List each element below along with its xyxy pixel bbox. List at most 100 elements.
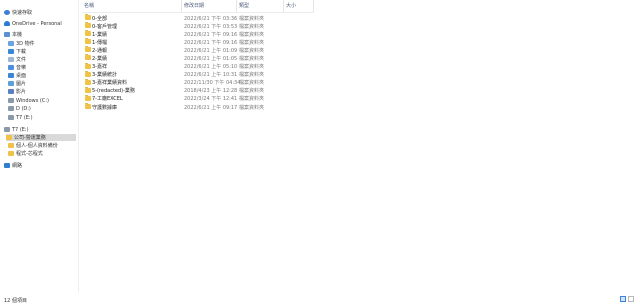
file-name: 3-業績統計 [92,72,117,79]
3d-objects-icon [8,41,14,46]
file-type: 檔案資料夾 [239,72,265,79]
nav-item-t7-drive[interactable]: T7 (E:) [4,126,29,133]
nav-item-pictures[interactable]: 圖片 [8,80,26,87]
large-icons-view-button[interactable] [628,296,634,302]
file-row[interactable]: 守護數據庫 2022/6/21 上午 09:17 檔案資料夾 [82,103,382,111]
view-toggle [620,296,634,302]
nav-item-label: 文件 [16,57,27,63]
file-type: 檔案資料夾 [239,15,265,22]
file-row[interactable]: 2-業績 2022/6/21 上午 01:05 檔案資料夾 [82,54,382,62]
file-name: 0-全部 [92,15,107,22]
column-date-header[interactable]: 修改日期 [182,0,237,12]
nav-item-label: 影片 [16,89,27,95]
folder-icon [85,70,91,77]
file-row[interactable]: 0-客戶管理 2022/6/21 下午 03:53 檔案資料夾 [82,22,382,30]
file-row[interactable]: 2-通報 2022/6/21 上午 01:09 檔案資料夾 [82,46,382,54]
folder-icon [8,143,14,148]
nav-item-label: 音樂 [16,65,27,71]
file-date: 2022/6/21 下午 09:16 [184,39,238,46]
nav-item-desktop[interactable]: 桌面 [8,72,26,79]
file-date: 2022/6/21 下午 09:16 [184,31,238,38]
drive-icon [8,106,14,111]
nav-item-downloads[interactable]: 下載 [8,48,26,55]
file-type: 檔案資料夾 [239,64,265,71]
file-date: 2022/6/21 上午 10:31 [184,72,238,79]
nav-item-company-folder[interactable]: 公司-營運業務 [6,134,76,141]
file-date: 2022/6/21 上午 09:17 [184,104,238,111]
nav-item-network[interactable]: 網路 [4,162,22,169]
file-type: 檔案資料夾 [239,23,265,30]
nav-item-quick-access[interactable]: 快速存取 [4,9,32,16]
file-list: 0-全部 2022/6/21 下午 03:36 檔案資料夾 0-客戶管理 202… [82,14,382,111]
file-name: 1-業績 [92,31,107,38]
details-view-button[interactable] [620,296,626,302]
column-name-header[interactable]: 名稱 [82,0,182,12]
file-name: 守護數據庫 [92,104,118,111]
drive-icon [8,115,14,120]
nav-item-drive-d[interactable]: D (D:) [8,105,31,112]
file-date: 2018/4/23 上午 12:28 [184,88,238,95]
folder-icon [8,151,14,156]
documents-icon [8,57,14,62]
navigation-pane: 快速存取 OneDrive - Personal 本機 3D 物件 下載 文件 … [0,0,79,292]
nav-item-label: 本機 [12,32,23,38]
nav-item-label: T7 (E:) [16,114,33,121]
column-size-header[interactable]: 大小 [284,0,314,12]
column-type-header[interactable]: 類型 [237,0,284,12]
folder-icon [85,22,91,29]
nav-item-label: 快速存取 [12,10,33,16]
file-row[interactable]: 7-工廠EXCEL 2022/3/24 下午 12:41 檔案資料夾 [82,94,382,103]
nav-item-label: 程式-芯程式 [16,151,43,157]
music-icon [8,65,14,70]
file-row[interactable]: 3-業績統計 2022/6/21 上午 10:31 檔案資料夾 [82,70,382,79]
folder-icon [85,54,91,61]
nav-item-label: 下載 [16,49,27,55]
column-header: 名稱 修改日期 類型 大小 [82,0,314,13]
nav-item-program-folder[interactable]: 程式-芯程式 [8,150,43,157]
nav-item-onedrive[interactable]: OneDrive - Personal [4,20,62,27]
pc-icon [4,32,10,37]
folder-icon [85,78,91,85]
folder-icon [85,86,91,93]
file-type: 檔案資料夾 [239,96,265,103]
file-name: 0-客戶管理 [92,23,117,30]
nav-item-this-pc[interactable]: 本機 [4,31,22,38]
file-date: 2022/6/21 上午 01:05 [184,56,238,63]
file-row[interactable]: 5-(redacted)-業務 2018/4/23 上午 12:28 檔案資料夾 [82,86,382,95]
nav-item-drive-c[interactable]: Windows (C:) [8,97,49,104]
item-count: 12 個項目 [4,298,27,304]
videos-icon [8,89,14,94]
file-name: 3-嘉祥 [92,64,107,71]
download-icon [8,49,14,54]
nav-item-label: OneDrive - Personal [12,20,62,27]
file-row[interactable]: 1-業績 2022/6/21 下午 09:16 檔案資料夾 [82,30,382,38]
folder-icon [85,30,91,37]
nav-item-documents[interactable]: 文件 [8,56,26,63]
file-row[interactable]: 3-嘉祥 2022/6/21 上午 05:10 檔案資料夾 [82,62,382,71]
star-icon [4,10,10,15]
file-type: 檔案資料夾 [239,88,265,95]
file-row[interactable]: 3-嘉祥業績資料 2022/11/30 下午 04:34 檔案資料夾 [82,78,382,87]
file-type: 檔案資料夾 [239,80,265,87]
folder-icon [85,38,91,45]
folder-icon [85,62,91,69]
file-row[interactable]: 0-全部 2022/6/21 下午 03:36 檔案資料夾 [82,14,382,22]
nav-item-personal-folder[interactable]: 個人-個人資料備份 [8,142,58,149]
nav-item-videos[interactable]: 影片 [8,88,26,95]
file-type: 檔案資料夾 [239,56,265,63]
nav-item-label: D (D:) [16,105,31,112]
pictures-icon [8,81,14,86]
nav-item-music[interactable]: 音樂 [8,64,26,71]
file-date: 2022/6/21 下午 03:36 [184,15,238,22]
file-name: 2-通報 [92,47,107,54]
nav-item-label: 個人-個人資料備份 [16,143,58,149]
file-date: 2022/6/21 下午 03:53 [184,23,238,30]
file-name: 3-嘉祥業績資料 [92,80,127,87]
nav-item-3d-objects[interactable]: 3D 物件 [8,40,35,47]
file-name: 7-工廠EXCEL [92,96,123,103]
nav-item-label: 網路 [12,163,23,169]
file-row[interactable]: 1-傳檔 2022/6/21 下午 09:16 檔案資料夾 [82,38,382,46]
network-icon [4,163,10,168]
nav-item-label: 桌面 [16,73,27,79]
nav-item-drive-e[interactable]: T7 (E:) [8,114,33,121]
